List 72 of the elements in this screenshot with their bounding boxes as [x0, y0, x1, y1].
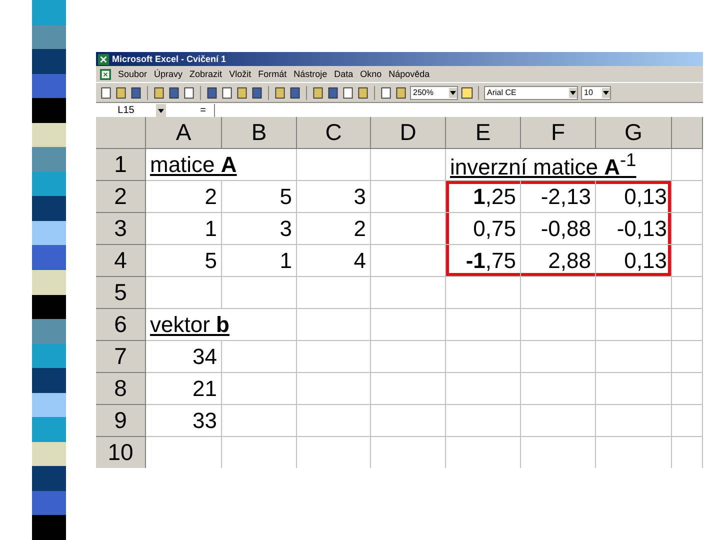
table-cell: 1: [222, 245, 297, 277]
menu-item[interactable]: Soubor: [118, 69, 148, 79]
menu-item[interactable]: Úpravy: [154, 69, 183, 79]
table-cell: 0,75: [446, 213, 521, 245]
table-cell: -1,75: [446, 245, 521, 277]
row-header[interactable]: 7: [96, 341, 146, 373]
spreadsheet-icon: [98, 54, 109, 64]
table-cell: -0,13: [596, 213, 672, 245]
table-cell: [672, 245, 703, 277]
column-header[interactable]: D: [371, 117, 446, 149]
table-cell: [672, 181, 703, 213]
caret-icon: [569, 88, 577, 98]
menu-item[interactable]: Data: [334, 69, 354, 79]
table-cell: 3: [222, 213, 297, 245]
menu-item[interactable]: Nápověda: [388, 69, 430, 79]
row-header[interactable]: 6: [96, 309, 146, 341]
menu-item[interactable]: Vložit: [229, 69, 252, 79]
table-cell: 2,88: [521, 245, 596, 277]
row-header[interactable]: 4: [96, 245, 146, 277]
table-cell: [672, 373, 703, 405]
column-header[interactable]: G: [596, 117, 672, 149]
font-size-dropdown[interactable]: 10: [581, 86, 611, 100]
table-cell: 2: [297, 213, 371, 245]
row-header[interactable]: 8: [96, 373, 146, 405]
row-header[interactable]: 5: [96, 277, 146, 309]
menu-item[interactable]: Okno: [360, 69, 382, 79]
table-cell: vektor b: [146, 309, 297, 341]
window-title: Microsoft Excel - Cvičení 1: [112, 54, 226, 64]
table-cell: -2,13: [521, 181, 596, 213]
table-cell: 1: [146, 213, 222, 245]
table-cell: [672, 149, 703, 181]
row-header[interactable]: 9: [96, 405, 146, 437]
table-cell: 34: [146, 341, 222, 373]
formula-equals: =: [199, 104, 207, 116]
row-header[interactable]: 2: [96, 181, 146, 213]
column-header[interactable]: [672, 117, 703, 149]
spreadsheet-icon: [100, 68, 111, 80]
name-box[interactable]: L15: [96, 104, 156, 116]
table-cell: [672, 309, 703, 341]
column-header[interactable]: C: [297, 117, 371, 149]
table-cell: 33: [146, 405, 222, 437]
row-header[interactable]: 1: [96, 149, 146, 181]
table-cell: 5: [146, 245, 222, 277]
table-cell: [672, 405, 703, 437]
caret-icon: [602, 88, 610, 98]
row-header[interactable]: 10: [96, 437, 146, 468]
column-header[interactable]: B: [222, 117, 297, 149]
table-cell: 4: [297, 245, 371, 277]
menu-item[interactable]: Zobrazit: [190, 69, 222, 79]
column-header[interactable]: E: [446, 117, 521, 149]
column-header[interactable]: A: [146, 117, 222, 149]
font-dropdown[interactable]: Arial CE: [484, 86, 578, 100]
select-all-corner[interactable]: [96, 117, 146, 149]
table-cell: 3: [297, 181, 371, 213]
table-cell: matice A: [146, 149, 297, 181]
column-header[interactable]: F: [521, 117, 596, 149]
table-cell: inverzní matice A$^{-1}$: [446, 149, 672, 181]
caret-icon: [449, 88, 457, 98]
table-cell: 1,25: [446, 181, 521, 213]
table-cell: 5: [222, 181, 297, 213]
table-cell: 2: [146, 181, 222, 213]
table-cell: [672, 341, 703, 373]
table-cell: -0,88: [521, 213, 596, 245]
row-header[interactable]: 3: [96, 213, 146, 245]
table-cell: 0,13: [596, 245, 672, 277]
table-cell: 21: [146, 373, 222, 405]
menu-item[interactable]: Nástroje: [294, 69, 328, 79]
table-cell: [672, 213, 703, 245]
zoom-dropdown[interactable]: 250%: [410, 86, 458, 100]
table-cell: [672, 277, 703, 309]
menu-item[interactable]: Formát: [258, 69, 287, 79]
dropdown-button[interactable]: [156, 104, 166, 116]
